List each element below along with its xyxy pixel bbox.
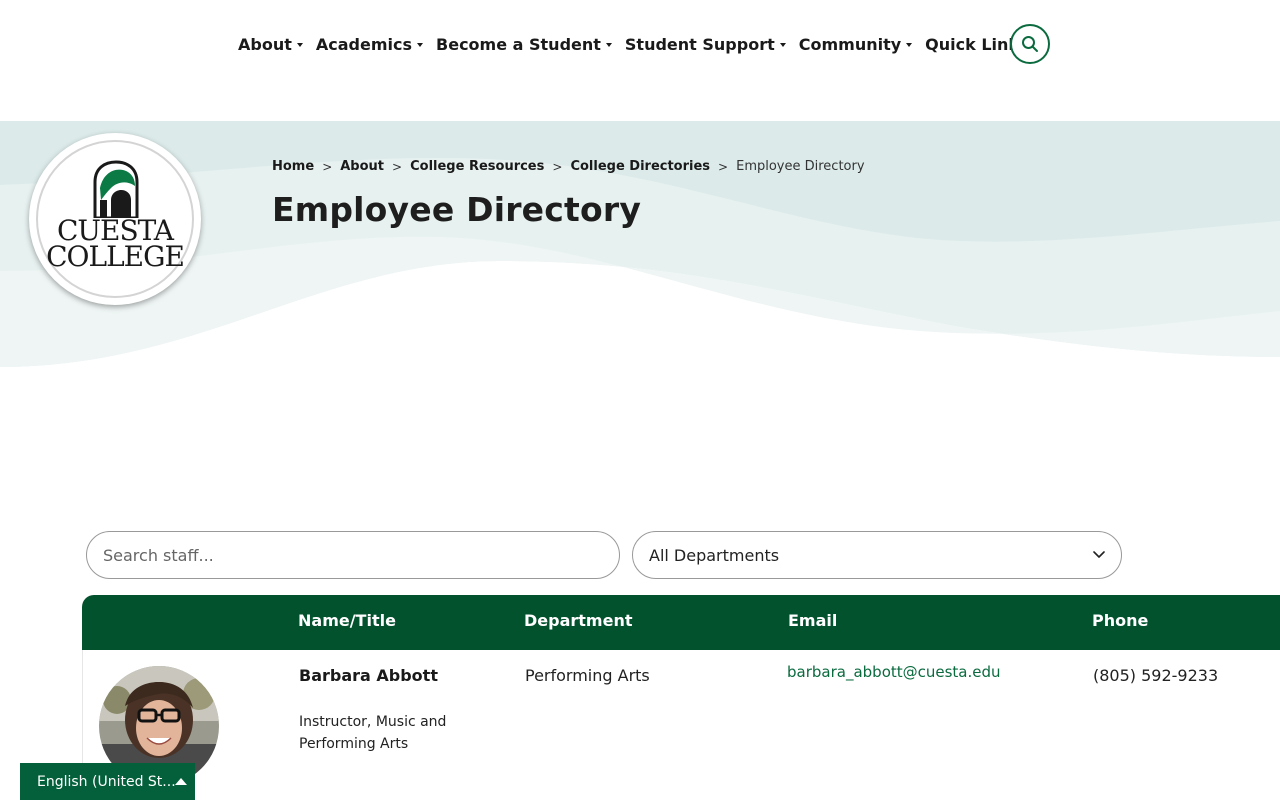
staff-email-link[interactable]: barbara_abbott@cuesta.edu bbox=[787, 663, 1001, 681]
column-header-department: Department bbox=[524, 611, 633, 630]
column-header-phone: Phone bbox=[1092, 611, 1149, 630]
caret-down-icon bbox=[779, 43, 786, 47]
logo-ring: CUESTA COLLEGE bbox=[36, 140, 194, 298]
caret-up-icon bbox=[175, 778, 187, 785]
department-select[interactable]: All Departments bbox=[632, 531, 1122, 579]
chevron-down-icon bbox=[1093, 551, 1105, 558]
breadcrumb: Home > About > College Resources > Colle… bbox=[272, 159, 865, 174]
nav-item-academics[interactable]: Academics bbox=[315, 31, 424, 57]
search-icon bbox=[1022, 36, 1038, 52]
breadcrumb-about[interactable]: About bbox=[340, 159, 384, 174]
search-button[interactable] bbox=[1010, 24, 1050, 64]
table-row: Barbara Abbott Instructor, Music and Per… bbox=[82, 650, 1280, 800]
logo-emblem-icon bbox=[93, 160, 139, 218]
staff-department: Performing Arts bbox=[525, 666, 650, 685]
caret-down-icon bbox=[906, 43, 913, 47]
caret-down-icon bbox=[296, 43, 303, 47]
top-navigation: About Academics Become a Student Student… bbox=[0, 0, 1280, 121]
caret-down-icon bbox=[605, 43, 612, 47]
nav-item-label: Student Support bbox=[624, 34, 775, 54]
nav-item-become-a-student[interactable]: Become a Student bbox=[436, 31, 612, 57]
college-logo[interactable]: CUESTA COLLEGE bbox=[29, 133, 201, 305]
main-menu: About Academics Become a Student Student… bbox=[238, 31, 1040, 57]
breadcrumb-separator: > bbox=[718, 159, 729, 174]
breadcrumb-separator: > bbox=[322, 159, 333, 174]
caret-down-icon bbox=[417, 43, 424, 47]
nav-item-community[interactable]: Community bbox=[798, 31, 913, 57]
staff-title: Instructor, Music and Performing Arts bbox=[299, 714, 447, 752]
nav-item-label: Academics bbox=[315, 34, 413, 54]
staff-name: Barbara Abbott bbox=[299, 666, 438, 685]
directory-table-header: Name/Title Department Email Phone bbox=[82, 595, 1280, 650]
staff-phone: (805) 592-9233 bbox=[1093, 666, 1219, 685]
column-header-name-title: Name/Title bbox=[298, 611, 396, 630]
nav-item-student-support[interactable]: Student Support bbox=[625, 31, 786, 57]
logo-line-2: COLLEGE bbox=[46, 240, 185, 273]
department-select-value: All Departments bbox=[649, 545, 780, 565]
breadcrumb-college-directories[interactable]: College Directories bbox=[570, 159, 710, 174]
breadcrumb-college-resources[interactable]: College Resources bbox=[410, 159, 544, 174]
breadcrumb-separator: > bbox=[392, 159, 403, 174]
nav-item-label: About bbox=[238, 34, 292, 54]
staff-search-input[interactable] bbox=[86, 531, 620, 579]
language-label: English (United St... bbox=[37, 773, 176, 790]
breadcrumb-separator: > bbox=[552, 159, 563, 174]
nav-item-about[interactable]: About bbox=[238, 31, 303, 57]
nav-item-label: Community bbox=[798, 34, 902, 54]
page-title: Employee Directory bbox=[272, 190, 642, 229]
breadcrumb-home[interactable]: Home bbox=[272, 159, 314, 174]
language-selector[interactable]: English (United St... bbox=[20, 763, 195, 800]
nav-item-label: Become a Student bbox=[436, 34, 601, 54]
breadcrumb-current: Employee Directory bbox=[736, 159, 865, 174]
column-header-email: Email bbox=[788, 611, 838, 630]
